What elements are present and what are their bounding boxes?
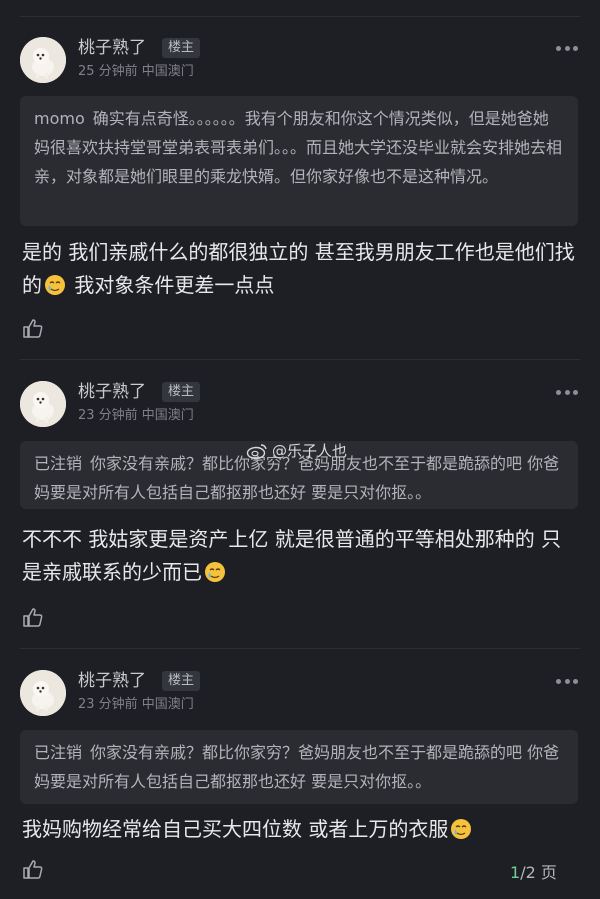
- quoted-reply[interactable]: momo 确实有点奇怪。。。。。。我有个朋友和你这个情况类似，但是她爸她妈很喜欢扶…: [20, 96, 578, 226]
- quoted-text: 你家没有亲戚？都比你家穷？爸妈朋友也不至于都是跪舔的吧 你爸妈要是对所有人包括自…: [34, 454, 560, 502]
- post-divider: [20, 648, 580, 649]
- page-total: /2 页: [520, 863, 557, 882]
- avatar[interactable]: [20, 670, 66, 716]
- quoted-reply[interactable]: 已注销 你家没有亲戚？都比你家穷？爸妈朋友也不至于都是跪舔的吧 你爸妈要是对所有人…: [20, 730, 578, 804]
- weibo-icon: [246, 443, 267, 459]
- thumbs-up-icon[interactable]: [22, 858, 44, 880]
- username[interactable]: 桃子熟了: [78, 381, 146, 403]
- quoted-text: 你家没有亲戚？都比你家穷？爸妈朋友也不至于都是跪舔的吧 你爸妈要是对所有人包括自…: [34, 743, 560, 791]
- thumbs-up-icon[interactable]: [22, 606, 44, 628]
- thumbs-up-icon[interactable]: [22, 317, 44, 339]
- post-meta: 23 分钟前 中国澳门: [78, 408, 194, 423]
- quoted-text: 确实有点奇怪。。。。。。我有个朋友和你这个情况类似，但是她爸她妈很喜欢扶持堂哥堂…: [34, 109, 563, 186]
- avatar[interactable]: [20, 37, 66, 83]
- avatar[interactable]: [20, 381, 66, 427]
- more-options-icon[interactable]: [556, 43, 578, 53]
- quoted-username: momo: [34, 109, 85, 128]
- watermark-text: @乐子人也: [272, 442, 348, 460]
- post-meta: 25 分钟前 中国澳门: [78, 64, 194, 79]
- op-badge: 楼主: [162, 382, 201, 402]
- reply-text: 我妈购物经常给自己买大四位数 或者上万的衣服: [22, 817, 449, 841]
- quoted-username: 已注销: [34, 743, 83, 762]
- more-options-icon[interactable]: [556, 387, 578, 397]
- username[interactable]: 桃子熟了: [78, 37, 146, 59]
- reply-content: 是的 我们亲戚什么的都很独立的 甚至我男朋友工作也是他们找的 我对象条件更差一点…: [22, 236, 578, 302]
- watermark: @乐子人也: [246, 440, 347, 461]
- reply-content: 不不不 我姑家更是资产上亿 就是很普通的平等相处那种的 只是亲戚联系的少而已: [22, 523, 578, 589]
- crying-smile-emoji-icon: [451, 819, 472, 839]
- crying-smile-emoji-icon: [205, 562, 225, 582]
- top-divider: [20, 16, 580, 17]
- page-indicator[interactable]: 1/2 页: [510, 859, 557, 883]
- reply-text: 不不不 我姑家更是资产上亿 就是很普通的平等相处那种的 只是亲戚联系的少而已: [22, 527, 562, 584]
- reply-content: 我妈购物经常给自己买大四位数 或者上万的衣服: [22, 813, 578, 846]
- current-page: 1: [510, 863, 521, 882]
- crying-smile-emoji-icon: [45, 275, 65, 295]
- more-options-icon[interactable]: [556, 676, 578, 686]
- op-badge: 楼主: [162, 671, 201, 691]
- username[interactable]: 桃子熟了: [78, 670, 146, 692]
- post-divider: [20, 359, 580, 360]
- reply-text-tail: 我对象条件更差一点点: [68, 273, 275, 297]
- post-meta: 23 分钟前 中国澳门: [78, 697, 194, 712]
- quoted-username: 已注销: [34, 454, 83, 473]
- op-badge: 楼主: [162, 38, 201, 58]
